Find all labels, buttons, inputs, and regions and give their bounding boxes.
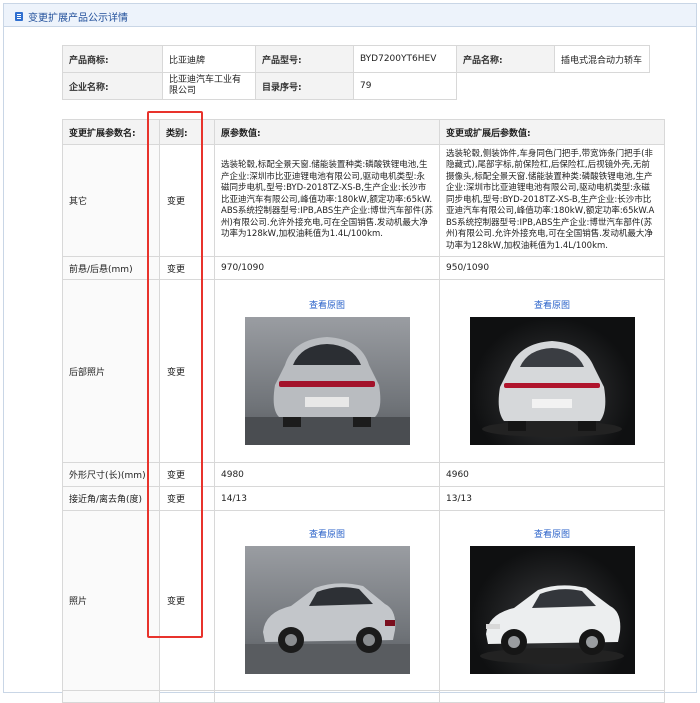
row-category: 变更 xyxy=(159,279,215,463)
original-text: 选装轮毂,标配全景天窗.储能装置种类:磷酸铁锂电池,生产企业:深圳市比亚迪锂电池… xyxy=(221,160,433,240)
view-original-image-link[interactable]: 查看原图 xyxy=(221,298,433,311)
row-original: 970/1090 xyxy=(214,256,440,280)
view-changed-image-link[interactable]: 查看原图 xyxy=(446,298,658,311)
title-bar: 变更扩展产品公示详情 xyxy=(4,4,696,27)
row-changed: 查看原图 xyxy=(439,279,665,463)
empty-cell xyxy=(159,690,215,703)
row-original: 选装轮毂,标配全景天窗.储能装置种类:磷酸铁锂电池,生产企业:深圳市比亚迪锂电池… xyxy=(214,144,440,257)
model-value: BYD7200YT6HEV xyxy=(353,45,457,73)
catalog-label: 目录序号: xyxy=(255,72,354,100)
table-row: 后部照片 变更 查看原图 查看原图 xyxy=(62,279,665,463)
name-label: 产品名称: xyxy=(456,45,555,73)
table-row: 外形尺寸(长)(mm) 变更 4980 4960 xyxy=(62,462,665,487)
row-category: 变更 xyxy=(159,486,215,511)
table-row: 接近角/离去角(度) 变更 14/13 13/13 xyxy=(62,486,665,511)
row-category: 变更 xyxy=(159,256,215,280)
car-rear-photo[interactable] xyxy=(469,316,635,445)
car-side-image xyxy=(479,585,624,664)
company-label: 企业名称: xyxy=(62,72,163,100)
row-changed: 4960 xyxy=(439,462,665,487)
car-rear-image xyxy=(244,336,410,445)
car-side-photo[interactable] xyxy=(469,546,635,674)
empty-cell xyxy=(439,690,665,703)
header-category: 类别: xyxy=(159,119,215,145)
empty-cell xyxy=(457,73,555,100)
row-changed: 查看原图 xyxy=(439,510,665,691)
table-row: 照片 变更 查看原图 查看原图 xyxy=(62,510,665,691)
row-category: 变更 xyxy=(159,144,215,257)
product-info-table: 产品商标: 比亚迪牌 产品型号: BYD7200YT6HEV 产品名称: 插电式… xyxy=(62,45,650,100)
catalog-value: 79 xyxy=(353,72,457,100)
empty-cell xyxy=(62,690,160,703)
empty-cell xyxy=(555,73,650,100)
row-name: 照片 xyxy=(62,510,160,691)
row-name: 后部照片 xyxy=(62,279,160,463)
name-value: 插电式混合动力轿车 xyxy=(554,45,650,73)
table-row xyxy=(62,690,665,703)
car-rear-image xyxy=(481,340,622,437)
row-original: 查看原图 xyxy=(214,279,440,463)
car-side-image xyxy=(244,583,410,674)
header-changed-value: 变更或扩展后参数值: xyxy=(439,119,665,145)
row-original: 查看原图 xyxy=(214,510,440,691)
row-name: 其它 xyxy=(62,144,160,257)
row-category: 变更 xyxy=(159,462,215,487)
car-rear-photo[interactable] xyxy=(244,316,410,445)
model-label: 产品型号: xyxy=(255,45,354,73)
changed-text: 选装轮毂,侧装饰件,车身同色门把手,带宽饰条门把手(非隐藏式),尾部字标,前保险… xyxy=(446,148,655,251)
company-value: 比亚迪汽车工业有限公司 xyxy=(162,72,256,100)
change-parameters-table: 变更扩展参数名: 类别: 原参数值: 变更或扩展后参数值: 其它 变更 选装轮毂… xyxy=(62,119,665,703)
row-original: 4980 xyxy=(214,462,440,487)
header-original-value: 原参数值: xyxy=(214,119,440,145)
car-side-photo[interactable] xyxy=(244,546,410,674)
empty-cell xyxy=(214,690,440,703)
row-changed: 950/1090 xyxy=(439,256,665,280)
row-name: 外形尺寸(长)(mm) xyxy=(62,462,160,487)
view-original-image-link[interactable]: 查看原图 xyxy=(221,527,433,540)
table-header-row: 变更扩展参数名: 类别: 原参数值: 变更或扩展后参数值: xyxy=(62,119,665,145)
brand-label: 产品商标: xyxy=(62,45,163,73)
table-row: 其它 变更 选装轮毂,标配全景天窗.储能装置种类:磷酸铁锂电池,生产企业:深圳市… xyxy=(62,144,665,257)
brand-value: 比亚迪牌 xyxy=(162,45,256,73)
row-changed: 13/13 xyxy=(439,486,665,511)
row-category: 变更 xyxy=(159,510,215,691)
view-changed-image-link[interactable]: 查看原图 xyxy=(446,527,658,540)
row-changed: 选装轮毂,侧装饰件,车身同色门把手,带宽饰条门把手(非隐藏式),尾部字标,前保险… xyxy=(439,144,665,257)
row-original: 14/13 xyxy=(214,486,440,511)
row-name: 前悬/后悬(mm) xyxy=(62,256,160,280)
row-name: 接近角/离去角(度) xyxy=(62,486,160,511)
header-param-name: 变更扩展参数名: xyxy=(62,119,160,145)
document-icon xyxy=(15,12,23,21)
table-row: 前悬/后悬(mm) 变更 970/1090 950/1090 xyxy=(62,256,665,280)
page-title: 变更扩展产品公示详情 xyxy=(28,13,128,24)
